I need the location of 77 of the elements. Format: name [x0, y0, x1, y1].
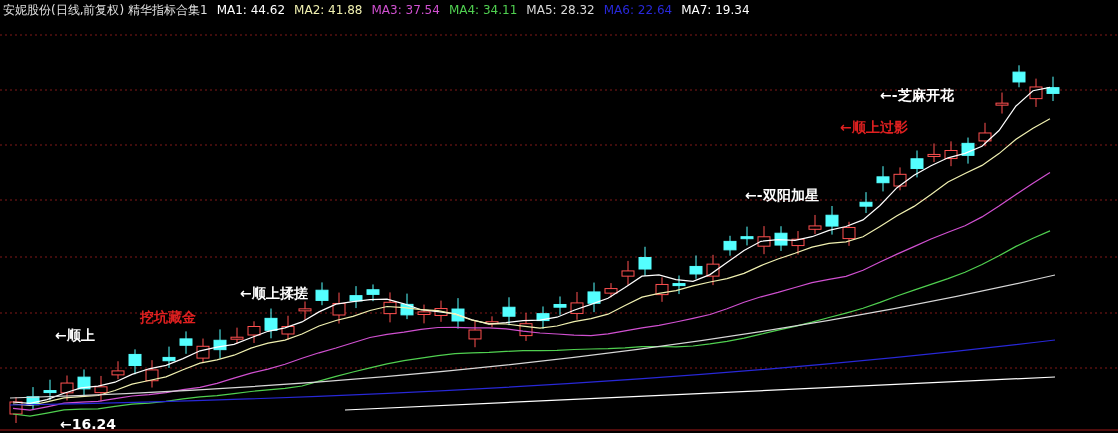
candlestick	[264, 308, 278, 339]
indicator-value: MA1: 44.62	[216, 3, 286, 17]
candlestick	[383, 291, 397, 323]
candlestick	[842, 221, 856, 247]
candlestick	[400, 293, 414, 320]
candlestick	[77, 369, 91, 396]
candlestick	[995, 92, 1009, 115]
candlestick	[332, 292, 346, 325]
chart-title: 安妮股份(日线,前复权) 精华指标合集1	[3, 1, 208, 19]
candlestick	[808, 214, 822, 235]
candlestick	[910, 150, 924, 178]
candlestick	[247, 320, 261, 344]
candlestick	[859, 191, 873, 214]
candlestick	[1046, 76, 1060, 102]
candlestick	[366, 283, 380, 302]
candlestick	[961, 137, 975, 165]
candlestick	[536, 305, 550, 330]
candlestick	[621, 260, 635, 286]
candlestick	[927, 143, 941, 163]
candlestick	[43, 379, 57, 401]
candlestick	[213, 328, 227, 360]
candlestick	[570, 291, 584, 321]
candlestick	[315, 281, 329, 306]
candlestick	[553, 295, 567, 316]
candlestick	[1029, 78, 1043, 108]
candlestick	[230, 327, 244, 345]
indicator-value: MA4: 34.11	[448, 3, 518, 17]
candlestick	[774, 225, 788, 252]
signal-label: ←顺上揉搓	[240, 285, 308, 301]
candlestick	[128, 348, 142, 375]
candlestick	[740, 226, 754, 246]
candlestick	[706, 254, 720, 286]
candlestick	[94, 375, 108, 402]
candlestick	[468, 320, 482, 348]
candlestick	[791, 230, 805, 256]
candlestick	[60, 375, 74, 401]
candlestick	[757, 225, 771, 255]
candlestick	[111, 360, 125, 380]
candlestick	[723, 235, 737, 257]
candlestick	[944, 140, 958, 167]
candlestick	[893, 166, 907, 191]
candlestick	[1012, 64, 1026, 88]
signal-label: ←顺上	[55, 327, 95, 343]
candlestick	[179, 330, 193, 355]
indicator-value: MA2: 41.88	[294, 3, 363, 17]
signal-label: ←16.24	[60, 416, 116, 432]
candlestick	[502, 296, 516, 326]
candlestick	[519, 312, 533, 342]
candlestick	[9, 396, 23, 424]
candlestick	[26, 386, 40, 411]
candlestick	[281, 315, 295, 341]
candlestick	[876, 165, 890, 192]
indicator-value: MA3: 37.54	[371, 3, 440, 17]
candlestick	[434, 300, 448, 323]
candlestick	[978, 122, 992, 147]
candlestick	[485, 315, 499, 328]
signal-label: 挖坑藏金	[140, 309, 196, 325]
candlestick	[196, 338, 210, 364]
candlestick	[638, 246, 652, 277]
candlestick	[587, 282, 601, 313]
indicator-value: MA5: 28.32	[526, 3, 595, 17]
signal-label: ←-双阳加星	[745, 187, 819, 203]
candlestick	[417, 304, 431, 324]
candlestick	[298, 300, 312, 321]
signal-label: ←-芝麻开花	[880, 87, 954, 103]
candlestick	[451, 297, 465, 330]
indicator-value: MA6: 22.64	[603, 3, 673, 17]
candlestick	[689, 255, 703, 280]
candlestick	[604, 282, 618, 298]
candlestick	[655, 276, 669, 303]
candlestick	[145, 359, 159, 389]
candlestick	[825, 205, 839, 236]
signal-label: ←顺上过影	[840, 119, 908, 135]
candlestick	[162, 346, 176, 369]
candlestick	[349, 285, 363, 309]
indicator-value: MA7: 19.34	[681, 3, 750, 17]
candlestick	[672, 275, 686, 295]
